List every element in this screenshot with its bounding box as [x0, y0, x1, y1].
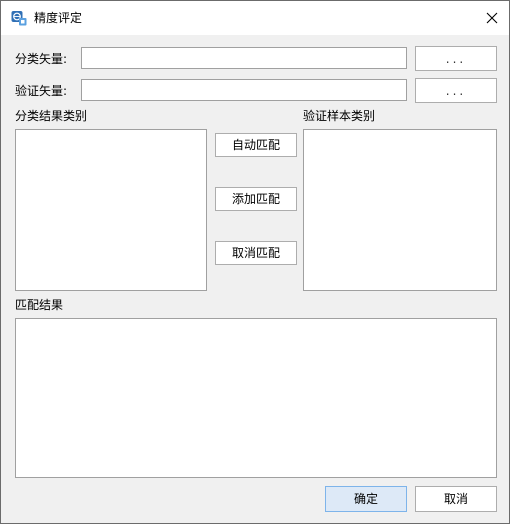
- app-icon: [11, 11, 27, 26]
- classified-classes-list[interactable]: [15, 129, 207, 291]
- ok-label: 确定: [353, 492, 378, 506]
- validation-vector-input[interactable]: [81, 79, 407, 101]
- classified-classes-label: 分类结果类别: [15, 109, 88, 123]
- classified-vector-browse-button[interactable]: ...: [415, 46, 497, 71]
- cancel-match-label: 取消匹配: [231, 246, 280, 260]
- browse-label: ...: [445, 83, 467, 98]
- close-button[interactable]: [475, 1, 509, 35]
- classified-vector-label: 分类矢量:: [15, 52, 68, 66]
- validation-classes-list[interactable]: [303, 129, 497, 291]
- match-result-label: 匹配结果: [15, 298, 64, 312]
- browse-label: ...: [445, 51, 467, 66]
- accuracy-assessment-dialog: 精度评定 分类矢量: ... 验证矢量: ... 分类结果类别 验证样本类别 自…: [0, 0, 510, 524]
- validation-classes-label: 验证样本类别: [303, 109, 376, 123]
- add-match-label: 添加匹配: [231, 192, 280, 206]
- window-title: 精度评定: [34, 11, 83, 25]
- cancel-label: 取消: [443, 492, 468, 506]
- auto-match-label: 自动匹配: [231, 138, 280, 152]
- cancel-match-button[interactable]: 取消匹配: [215, 241, 297, 265]
- classified-vector-input[interactable]: [81, 47, 407, 69]
- close-icon: [486, 12, 498, 24]
- ok-button[interactable]: 确定: [325, 486, 407, 512]
- match-result-list[interactable]: [15, 318, 497, 478]
- validation-vector-browse-button[interactable]: ...: [415, 78, 497, 103]
- cancel-button[interactable]: 取消: [415, 486, 497, 512]
- add-match-button[interactable]: 添加匹配: [215, 187, 297, 211]
- auto-match-button[interactable]: 自动匹配: [215, 133, 297, 157]
- title-bar: 精度评定: [1, 1, 509, 35]
- validation-vector-label: 验证矢量:: [15, 84, 68, 98]
